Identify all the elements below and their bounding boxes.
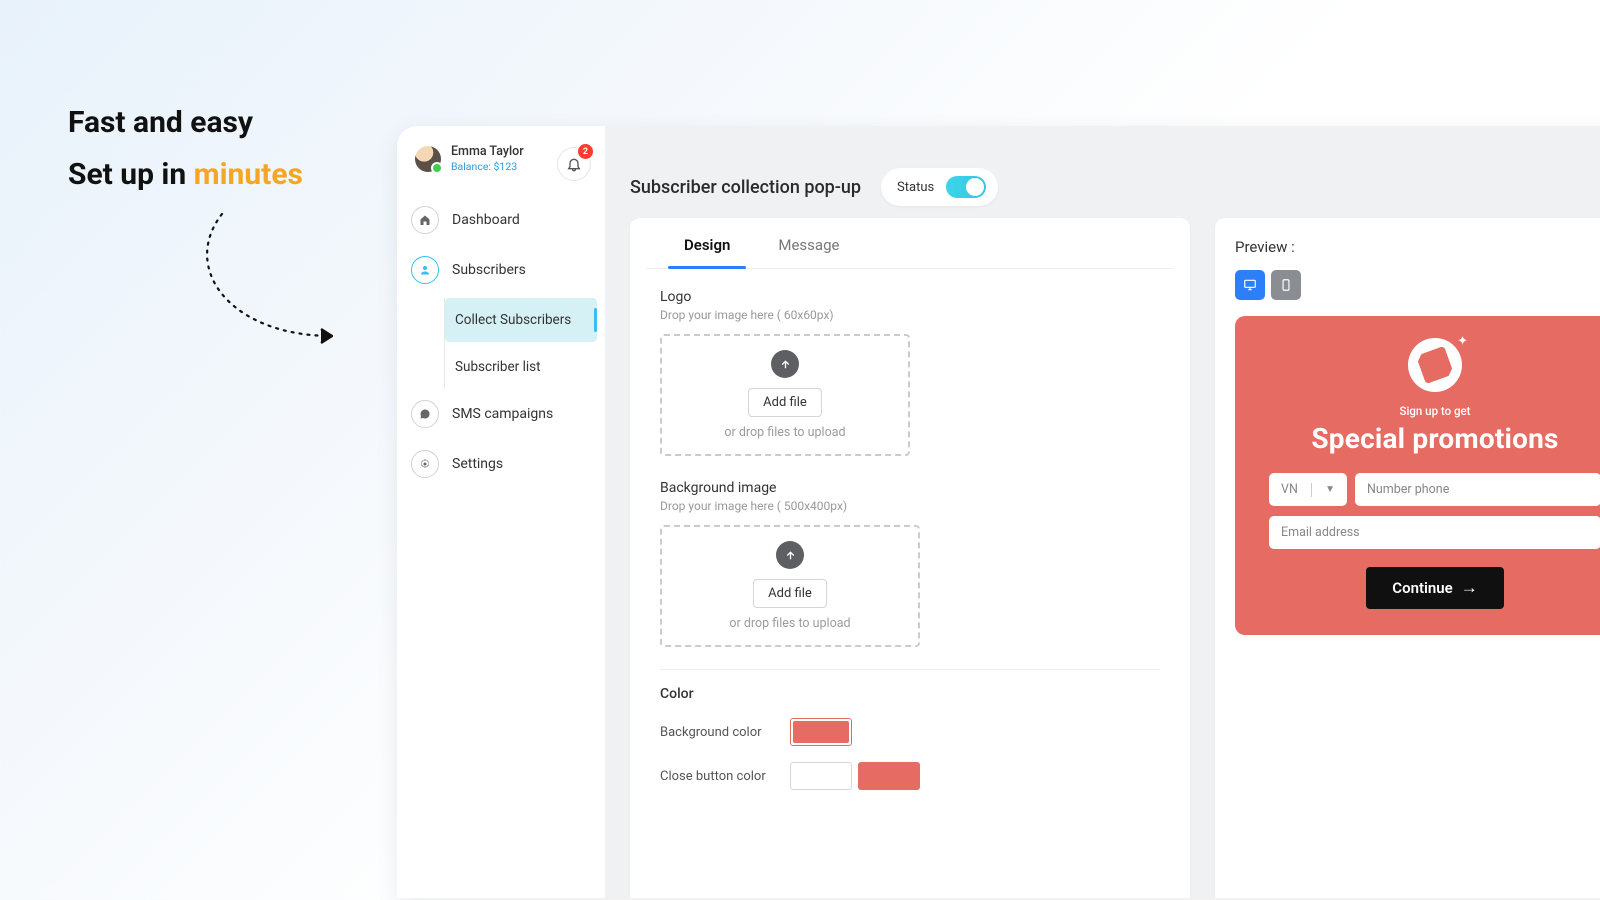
logo-dropzone[interactable]: Add file or drop files to upload xyxy=(660,334,910,456)
sidebar: Emma Taylor Balance: $123 2 Dashboard Su… xyxy=(397,126,605,898)
country-code-select[interactable]: VN ▼ xyxy=(1269,473,1347,506)
marketing-line2: Set up in minutes xyxy=(68,156,303,194)
close-color-label: Close button color xyxy=(660,769,790,784)
avatar[interactable] xyxy=(415,146,441,172)
upload-icon xyxy=(776,541,804,569)
notifications-button[interactable]: 2 xyxy=(557,147,591,181)
notification-badge: 2 xyxy=(578,144,593,159)
gear-icon xyxy=(411,450,439,478)
status-toggle[interactable] xyxy=(946,176,986,198)
bgimage-dropzone[interactable]: Add file or drop files to upload xyxy=(660,525,920,647)
status-label: Status xyxy=(897,180,934,195)
bgimage-section-label: Background image xyxy=(660,480,1160,496)
sidebar-item-settings[interactable]: Settings xyxy=(397,439,605,489)
sidebar-user: Emma Taylor Balance: $123 2 xyxy=(397,140,605,187)
user-icon xyxy=(411,256,439,284)
sidebar-item-label: Settings xyxy=(452,456,503,472)
sidebar-item-sms-campaigns[interactable]: SMS campaigns xyxy=(397,389,605,439)
desktop-icon xyxy=(1243,278,1257,292)
tab-message[interactable]: Message xyxy=(754,218,863,268)
add-file-button[interactable]: Add file xyxy=(753,579,827,608)
marketing-line1: Fast and easy xyxy=(68,104,303,142)
color-section-label: Color xyxy=(660,686,1160,702)
chat-icon xyxy=(411,400,439,428)
sidebar-item-dashboard[interactable]: Dashboard xyxy=(397,195,605,245)
add-file-button[interactable]: Add file xyxy=(748,388,822,417)
sidebar-item-subscribers[interactable]: Subscribers xyxy=(397,245,605,295)
subnav: Collect Subscribers Subscriber list xyxy=(444,298,605,389)
logo-section-hint: Drop your image here ( 60x60px) xyxy=(660,308,1160,322)
arrow-swoosh-icon xyxy=(190,208,350,348)
popup-logo-icon xyxy=(1408,338,1462,392)
user-name: Emma Taylor xyxy=(451,144,524,159)
email-input[interactable]: Email address xyxy=(1269,516,1600,549)
preview-label: Preview : xyxy=(1235,238,1600,256)
close-color-swatch[interactable] xyxy=(858,762,920,790)
chevron-down-icon: ▼ xyxy=(1325,484,1335,495)
popup-title: Special promotions xyxy=(1269,422,1600,455)
design-card: Design Message Logo Drop your image here… xyxy=(630,218,1190,898)
app-window: Emma Taylor Balance: $123 2 Dashboard Su… xyxy=(397,126,1600,898)
sidebar-item-label: Dashboard xyxy=(452,212,520,228)
phone-input[interactable]: Number phone xyxy=(1355,473,1600,506)
tab-design[interactable]: Design xyxy=(660,218,754,268)
page-title: Subscriber collection pop-up xyxy=(630,177,861,198)
close-color-input[interactable] xyxy=(790,762,852,790)
marketing-headline: Fast and easy Set up in minutes xyxy=(68,104,303,193)
tabs: Design Message xyxy=(646,218,1174,269)
background-color-swatch[interactable] xyxy=(790,718,852,746)
status-pill: Status xyxy=(881,168,998,206)
mobile-view-button[interactable] xyxy=(1271,270,1301,300)
sidebar-item-collect-subscribers[interactable]: Collect Subscribers xyxy=(445,298,597,342)
bgimage-section-hint: Drop your image here ( 500x400px) xyxy=(660,499,1160,513)
user-balance: Balance: $123 xyxy=(451,160,524,173)
preview-viewport-toggle xyxy=(1235,270,1600,300)
mobile-icon xyxy=(1279,278,1293,292)
desktop-view-button[interactable] xyxy=(1235,270,1265,300)
sidebar-item-subscriber-list[interactable]: Subscriber list xyxy=(445,345,605,389)
preview-panel: Preview : Sign up to get Special promoti… xyxy=(1215,218,1600,898)
popup-eyebrow: Sign up to get xyxy=(1269,404,1600,418)
background-color-row: Background color xyxy=(660,718,1160,746)
nav: Dashboard Subscribers Collect Subscriber… xyxy=(397,195,605,489)
sidebar-item-label: Subscribers xyxy=(452,262,526,278)
dropzone-hint: or drop files to upload xyxy=(729,616,850,631)
upload-icon xyxy=(771,350,799,378)
close-color-row: Close button color xyxy=(660,762,1160,790)
continue-button[interactable]: Continue xyxy=(1366,567,1503,609)
home-icon xyxy=(411,206,439,234)
popup-preview: Sign up to get Special promotions VN ▼ N… xyxy=(1235,316,1600,635)
logo-section-label: Logo xyxy=(660,289,1160,305)
background-color-label: Background color xyxy=(660,725,790,740)
sidebar-item-label: SMS campaigns xyxy=(452,406,553,422)
dropzone-hint: or drop files to upload xyxy=(724,425,845,440)
page-head: Subscriber collection pop-up Status xyxy=(630,168,998,206)
bell-icon xyxy=(566,156,582,172)
